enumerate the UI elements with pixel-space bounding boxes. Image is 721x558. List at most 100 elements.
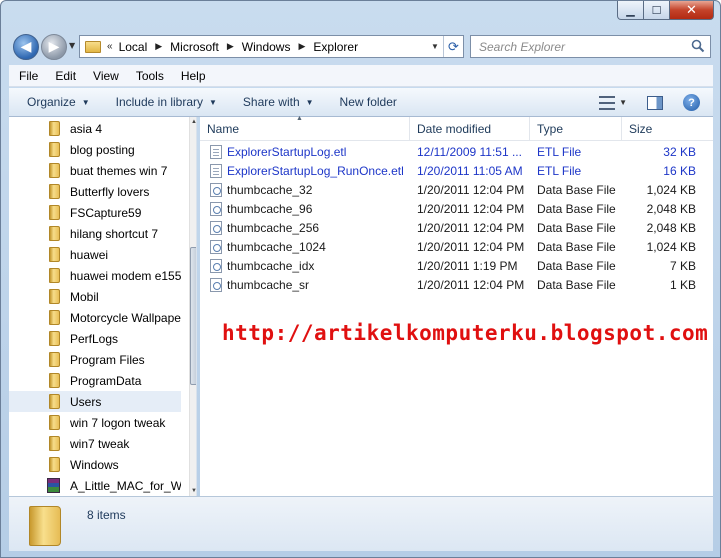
file-size-cell: 1,024 KB (646, 239, 696, 254)
database-file-icon (210, 220, 222, 235)
nav-item[interactable]: FSCapture59 (9, 202, 181, 223)
organize-button[interactable]: Organize ▼ (9, 90, 98, 114)
item-count: 8 items (87, 508, 126, 522)
file-date-cell: 1/20/2011 12:04 PM (417, 277, 525, 292)
nav-item[interactable]: PerfLogs (9, 328, 181, 349)
maximize-button[interactable]: ☐ (644, 1, 670, 20)
nav-item[interactable]: Butterfly lovers (9, 181, 181, 202)
column-size-label: Size (629, 122, 653, 136)
nav-item[interactable]: win 7 logon tweak (9, 412, 181, 433)
navigation-scrollbar[interactable]: ▲ ▼ (189, 117, 196, 496)
file-row[interactable]: thumbcache_idx 1/20/2011 1:19 PM Data Base… (200, 256, 713, 275)
address-bar[interactable]: « Local ▶ Microsoft ▶ Windows ▶ Explorer… (79, 35, 464, 58)
sort-ascending-icon: ▲ (296, 115, 303, 122)
nav-item[interactable]: Motorcycle Wallpapers (9, 307, 181, 328)
nav-item[interactable]: blog posting (9, 139, 181, 160)
database-file-icon (210, 258, 222, 273)
file-row[interactable]: ExplorerStartupLog_RunOnce.etl 1/20/2011 … (200, 161, 713, 180)
nav-item[interactable]: huawei (9, 244, 181, 265)
nav-item-label: Users (70, 394, 102, 409)
forward-button[interactable]: ▶ (41, 34, 67, 60)
refresh-icon[interactable]: ⟳ (443, 36, 463, 57)
breadcrumb-windows[interactable]: Windows (242, 40, 291, 54)
file-row[interactable]: thumbcache_32 1/20/2011 12:04 PM Data Base… (200, 180, 713, 199)
nav-item[interactable]: win7 tweak (9, 433, 181, 454)
new-folder-button[interactable]: New folder (322, 90, 405, 114)
folder-icon (49, 436, 60, 451)
arrow-right-icon: ▶ (48, 39, 60, 55)
share-with-button[interactable]: Share with ▼ (225, 90, 322, 114)
column-header-date[interactable]: Date modified (410, 117, 530, 141)
chevron-down-icon: ▼ (305, 97, 314, 107)
breadcrumb-explorer[interactable]: Explorer (313, 40, 358, 54)
nav-item-label: ProgramData (70, 373, 142, 388)
help-icon[interactable]: ? (683, 94, 700, 111)
breadcrumb-separator-icon[interactable]: ▶ (298, 41, 305, 52)
preview-pane-icon[interactable] (647, 95, 663, 110)
breadcrumb-local[interactable]: Local (119, 40, 148, 54)
file-row[interactable]: thumbcache_256 1/20/2011 12:04 PM Data Bas… (200, 218, 713, 237)
scroll-down-icon[interactable]: ▼ (190, 488, 196, 494)
nav-item[interactable]: ProgramData (9, 370, 181, 391)
address-dropdown-icon[interactable]: ▼ (427, 36, 443, 57)
nav-item-label: PerfLogs (70, 331, 119, 346)
close-button[interactable]: ✕ (670, 1, 714, 20)
file-row[interactable]: ExplorerStartupLog.etl 12/11/2009 11:51 .… (200, 142, 713, 161)
document-icon (210, 163, 222, 178)
file-name: thumbcache_idx (227, 258, 315, 273)
nav-item-label: Motorcycle Wallpapers (70, 310, 181, 325)
file-name: thumbcache_1024 (227, 239, 326, 254)
menu-file[interactable]: File (9, 69, 45, 83)
nav-item-label: asia 4 (70, 121, 103, 136)
menu-view[interactable]: View (83, 69, 126, 83)
menu-help[interactable]: Help (171, 69, 213, 83)
column-header-size[interactable]: Size (622, 117, 713, 141)
folder-icon (49, 247, 60, 262)
nav-item[interactable]: Windows (9, 454, 181, 475)
menu-tools[interactable]: Tools (126, 69, 171, 83)
file-date-cell: 1/20/2011 12:04 PM (417, 201, 525, 216)
menu-edit[interactable]: Edit (45, 69, 83, 83)
file-date-cell: 12/11/2009 11:51 ... (417, 144, 522, 159)
include-in-library-button[interactable]: Include in library ▼ (98, 90, 225, 114)
file-row[interactable]: thumbcache_96 1/20/2011 12:04 PM Data Base… (200, 199, 713, 218)
scrollbar-thumb[interactable] (190, 247, 196, 385)
arrow-left-icon: ◀ (20, 39, 32, 55)
nav-item[interactable]: buat themes win 7 (9, 160, 181, 181)
file-type-cell: ETL File (537, 163, 582, 178)
folder-icon (49, 142, 60, 157)
nav-item[interactable]: Users (9, 391, 181, 412)
nav-item-label: Windows (70, 457, 119, 472)
search-input[interactable]: Search Explorer (470, 35, 711, 58)
nav-item[interactable]: asia 4 (9, 118, 181, 139)
file-row[interactable]: thumbcache_1024 1/20/2011 12:04 PM Data Ba… (200, 237, 713, 256)
folder-icon (49, 184, 60, 199)
column-header-name[interactable]: ▲ Name (200, 115, 410, 141)
nav-item[interactable]: A_Little_MAC_for_Windows (9, 475, 181, 496)
file-type-cell: Data Base File (537, 277, 616, 292)
search-icon[interactable] (691, 39, 705, 53)
nav-item[interactable]: hilang shortcut 7 (9, 223, 181, 244)
breadcrumb-microsoft[interactable]: Microsoft (170, 40, 219, 54)
file-row[interactable]: thumbcache_sr 1/20/2011 12:04 PM Data Base… (200, 275, 713, 294)
nav-item[interactable]: Mobil (9, 286, 181, 307)
file-type-cell: Data Base File (537, 201, 616, 216)
nav-item[interactable]: huawei modem e1550 (9, 265, 181, 286)
view-options-dropdown-icon[interactable]: ▼ (619, 98, 627, 107)
breadcrumb-separator-icon[interactable]: ▶ (155, 41, 162, 52)
file-size-cell: 16 KB (663, 163, 696, 178)
recent-pages-dropdown[interactable]: ▼ (69, 41, 75, 50)
column-type-label: Type (537, 122, 564, 136)
back-button[interactable]: ◀ (13, 34, 39, 60)
file-name-cell: thumbcache_256 (200, 220, 410, 235)
change-view-icon[interactable] (599, 95, 616, 110)
breadcrumb-separator-icon[interactable]: ▶ (227, 41, 234, 52)
minimize-button[interactable]: ▁ (617, 1, 644, 20)
scroll-up-icon[interactable]: ▲ (190, 119, 196, 125)
nav-item[interactable]: Program Files (9, 349, 181, 370)
command-bar: Organize ▼ Include in library ▼ Share wi… (9, 88, 713, 117)
file-size-cell: 2,048 KB (646, 220, 696, 235)
chevron-double-left-icon[interactable]: « (107, 41, 113, 52)
file-type-cell: Data Base File (537, 220, 616, 235)
column-header-type[interactable]: Type (530, 117, 622, 141)
